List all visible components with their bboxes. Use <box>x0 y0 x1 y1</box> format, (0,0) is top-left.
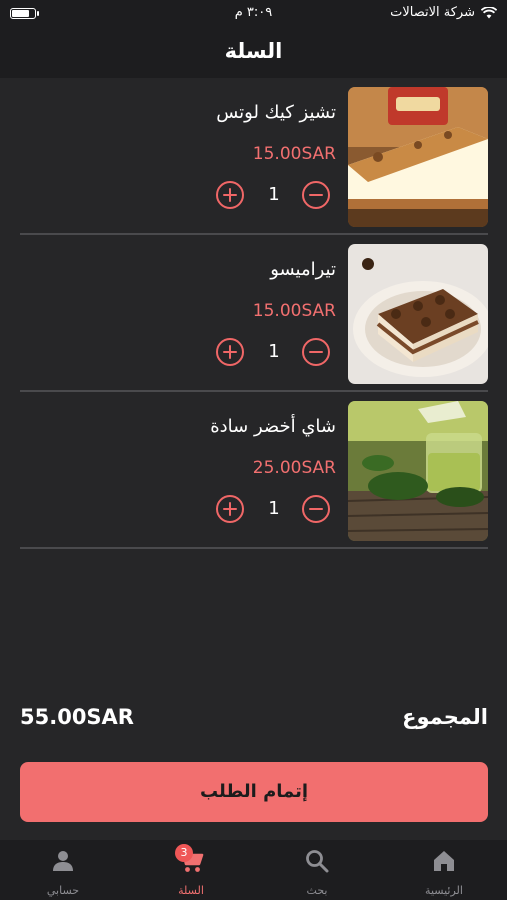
battery-icon <box>10 8 39 19</box>
minus-icon <box>309 350 323 354</box>
person-icon <box>53 851 73 871</box>
decrease-quantity-button[interactable] <box>302 181 330 209</box>
tab-label: بحث <box>306 884 328 897</box>
page-title: السلة <box>224 39 283 63</box>
quantity-stepper: 1 <box>216 495 334 527</box>
status-bar: شركة الاتصالات ٣:٠٩ م <box>0 0 507 28</box>
cart-item: تشيز كيك لوتس 15.00SAR 1 <box>20 78 488 235</box>
decrease-quantity-button[interactable] <box>302 338 330 366</box>
cart-icon-wrap: 3 <box>175 844 204 874</box>
product-image-tiramisu[interactable] <box>348 244 488 384</box>
minus-icon <box>309 507 323 511</box>
product-name: شاي أخضر سادة <box>210 416 336 437</box>
quantity-value: 1 <box>268 184 280 205</box>
status-time: ٣:٠٩ م <box>234 5 273 20</box>
product-price: 15.00SAR <box>252 301 336 321</box>
product-price: 25.00SAR <box>252 458 336 478</box>
increase-quantity-button[interactable] <box>216 181 244 209</box>
product-name: تيراميسو <box>270 259 336 280</box>
tab-label: السلة <box>178 884 204 897</box>
cart-item: تيراميسو 15.00SAR 1 <box>20 235 488 392</box>
product-image-lotus-cheesecake[interactable] <box>348 87 488 227</box>
tab-bar: الرئيسية بحث 3 السلة حسابي <box>0 840 507 900</box>
product-price: 15.00SAR <box>252 144 336 164</box>
checkout-button[interactable]: إتمام الطلب <box>20 762 488 822</box>
product-image-green-tea[interactable] <box>348 401 488 541</box>
quantity-stepper: 1 <box>216 181 334 213</box>
increase-quantity-button[interactable] <box>216 338 244 366</box>
cart-total: 55.00SAR المجموع <box>20 705 488 735</box>
quantity-value: 1 <box>268 498 280 519</box>
total-value: 55.00SAR <box>20 705 134 729</box>
cart-list: تشيز كيك لوتس 15.00SAR 1 تيراميسو 15.00S… <box>20 78 488 549</box>
total-label: المجموع <box>402 705 488 729</box>
cart-count-badge: 3 <box>175 844 193 862</box>
tab-label: الرئيسية <box>425 884 463 897</box>
decrease-quantity-button[interactable] <box>302 495 330 523</box>
cart-item: شاي أخضر سادة 25.00SAR 1 <box>20 392 488 549</box>
home-icon <box>434 851 454 871</box>
search-icon <box>306 850 329 873</box>
battery-level <box>12 10 29 17</box>
quantity-value: 1 <box>268 341 280 362</box>
quantity-stepper: 1 <box>216 338 334 370</box>
tab-search[interactable]: بحث <box>254 840 380 900</box>
product-name: تشيز كيك لوتس <box>216 102 336 123</box>
tab-label: حسابي <box>46 884 80 897</box>
tab-account[interactable]: حسابي <box>0 840 126 900</box>
tab-home[interactable]: الرئيسية <box>381 840 507 900</box>
minus-icon <box>309 193 323 197</box>
tab-cart[interactable]: 3 السلة <box>128 840 254 900</box>
increase-quantity-button[interactable] <box>216 495 244 523</box>
nav-bar: السلة <box>0 28 507 78</box>
